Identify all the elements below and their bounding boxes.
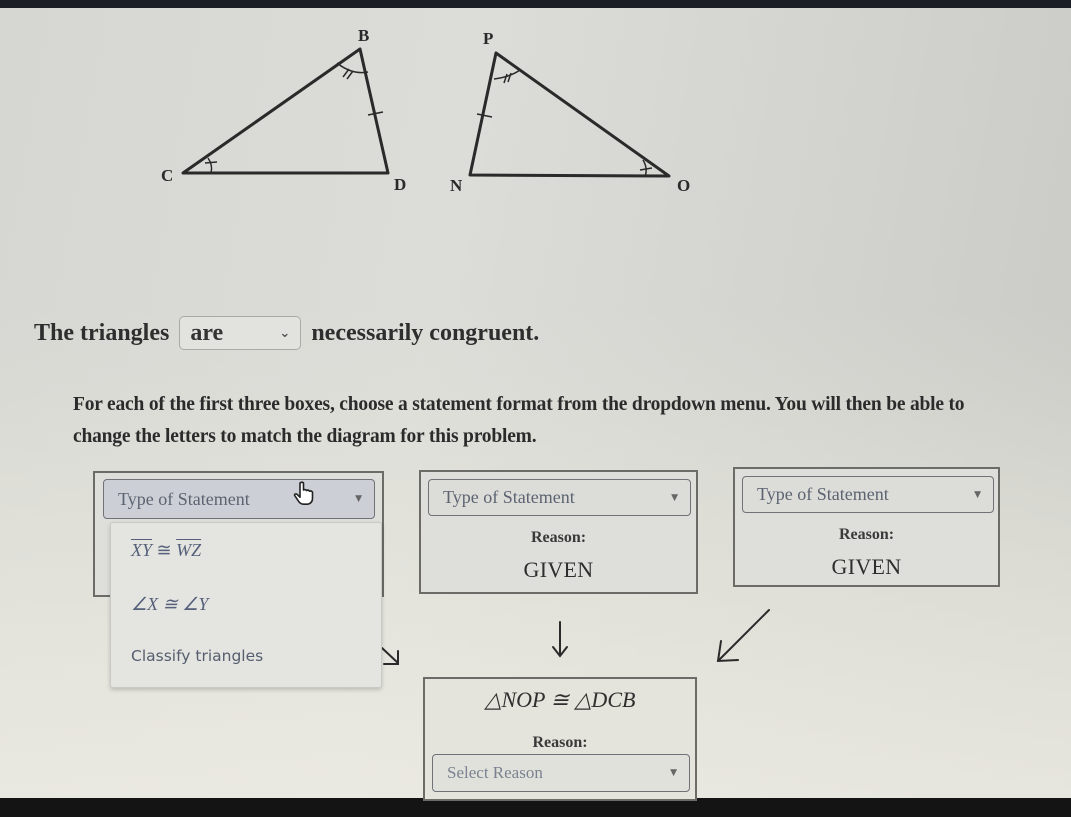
arrow-icon-down [552,621,568,658]
flow-arrows [381,609,770,665]
segment-wz: WZ [176,540,202,560]
caret-down-icon: ▼ [355,494,362,504]
pointer-hand-icon [293,481,314,505]
dropdown-label: Type of Statement [118,488,250,509]
statement-type-menu: XY ≅ WZ ∠X ≅ ∠Y Classify triangles [110,522,382,688]
statement-type-dropdown-1[interactable]: Type of Statement ▼ [103,479,375,519]
menu-item-segment-congruence[interactable]: XY ≅ WZ [131,540,201,561]
segment-xy: XY [131,540,153,560]
congruent-symbol: ≅ [156,540,172,560]
menu-item-angle-congruence[interactable]: ∠X ≅ ∠Y [131,594,208,615]
arrow-icon-down-left [716,609,770,663]
arrow-icon-down-right [381,647,399,665]
menu-item-classify-triangles[interactable]: Classify triangles [131,647,263,665]
